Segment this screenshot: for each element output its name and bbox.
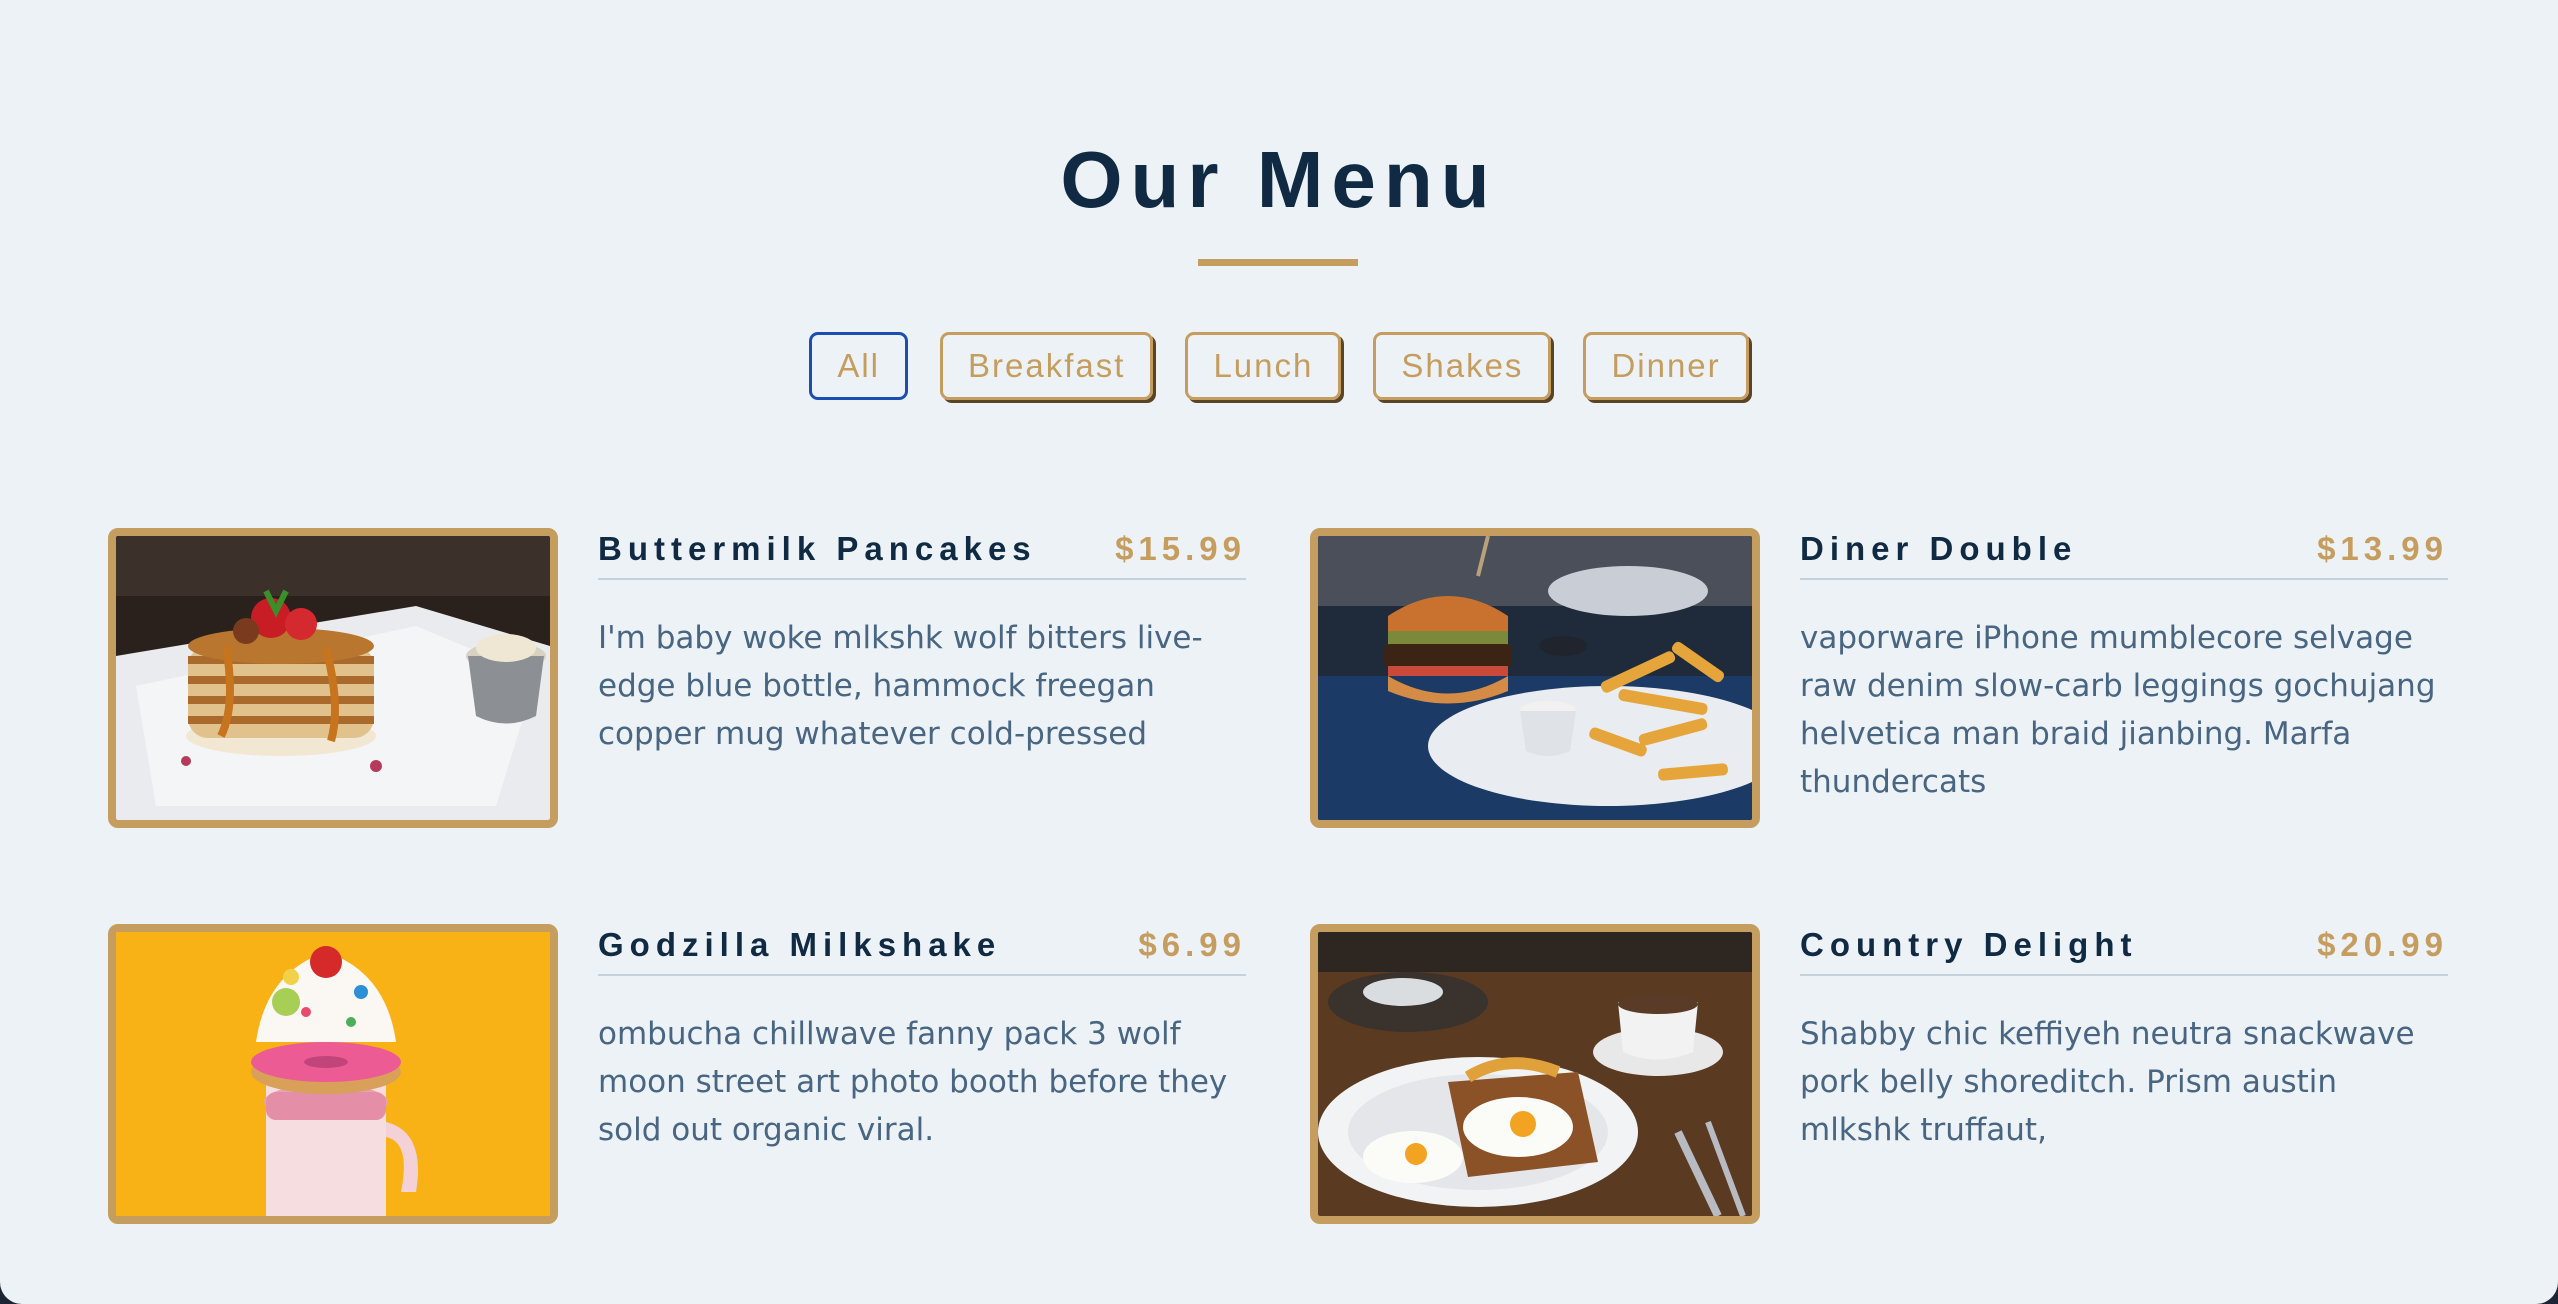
filter-dinner-button[interactable]: Dinner: [1583, 332, 1749, 400]
milkshake-photo: [108, 924, 558, 1224]
menu-item-name: Buttermilk Pancakes: [598, 530, 1037, 567]
filter-shakes-button[interactable]: Shakes: [1373, 332, 1552, 400]
menu-item: Diner Double $13.99 vaporware iPhone mum…: [1310, 528, 2490, 828]
menu-item-description: I'm baby woke mlkshk wolf bitters live-e…: [598, 620, 1203, 752]
page-title: Our Menu: [1060, 135, 1498, 224]
menu-item-price: $6.99: [1138, 926, 1246, 963]
menu-item-info: Godzilla Milkshake $6.99 ombucha chillwa…: [598, 924, 1246, 1154]
filter-lunch-button[interactable]: Lunch: [1185, 332, 1342, 400]
pancakes-photo: [108, 528, 558, 828]
title-underline: [1198, 259, 1358, 266]
menu-page: Our Menu All Breakfast Lunch Shakes Dinn…: [0, 0, 2558, 1304]
menu-item-header: Country Delight $20.99: [1800, 924, 2448, 976]
menu-item: Country Delight $20.99 Shabby chic keffi…: [1310, 924, 2490, 1224]
menu-item-name: Diner Double: [1800, 530, 2078, 567]
filter-all-button[interactable]: All: [809, 332, 909, 400]
menu-item-description: vaporware iPhone mumblecore selvage raw …: [1800, 620, 2436, 800]
menu-item: Buttermilk Pancakes $15.99 I'm baby woke…: [108, 528, 1288, 828]
menu-item-header: Godzilla Milkshake $6.99: [598, 924, 1246, 976]
menu-item-header: Buttermilk Pancakes $15.99: [598, 528, 1246, 580]
menu-item-name: Country Delight: [1800, 926, 2138, 963]
category-filters: All Breakfast Lunch Shakes Dinner: [0, 332, 2558, 400]
burger-photo: [1310, 528, 1760, 828]
menu-item-description: ombucha chillwave fanny pack 3 wolf moon…: [598, 1016, 1228, 1148]
menu-item-info: Buttermilk Pancakes $15.99 I'm baby woke…: [598, 528, 1246, 758]
menu-item-name: Godzilla Milkshake: [598, 926, 1002, 963]
menu-item-price: $20.99: [2317, 926, 2448, 963]
menu-item-info: Diner Double $13.99 vaporware iPhone mum…: [1800, 528, 2448, 806]
menu-item: Godzilla Milkshake $6.99 ombucha chillwa…: [108, 924, 1288, 1224]
menu-item-price: $15.99: [1115, 530, 1246, 567]
menu-item-price: $13.99: [2317, 530, 2448, 567]
menu-item-header: Diner Double $13.99: [1800, 528, 2448, 580]
filter-breakfast-button[interactable]: Breakfast: [940, 332, 1154, 400]
breakfast-plate-photo: [1310, 924, 1760, 1224]
menu-item-info: Country Delight $20.99 Shabby chic keffi…: [1800, 924, 2448, 1154]
menu-item-description: Shabby chic keffiyeh neutra snackwave po…: [1800, 1016, 2415, 1148]
